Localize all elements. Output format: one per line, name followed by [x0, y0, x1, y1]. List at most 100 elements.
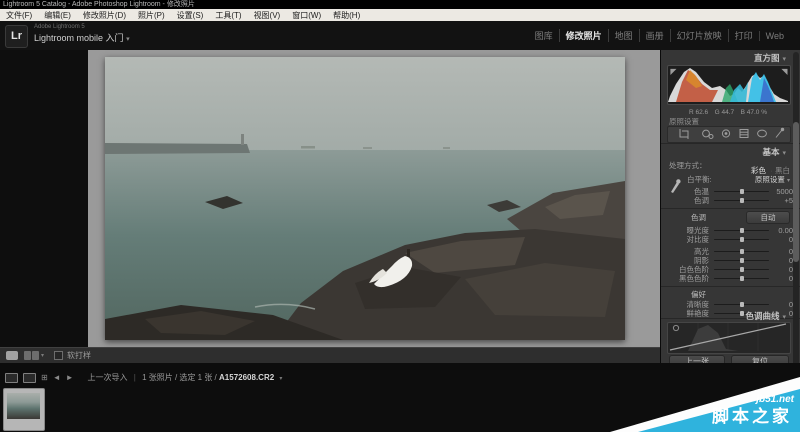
slider-thumb[interactable]: [740, 267, 744, 272]
module-web[interactable]: Web: [759, 31, 790, 41]
slider-thumb[interactable]: [740, 249, 744, 254]
auto-tone-button[interactable]: 自动: [746, 211, 790, 224]
tone-section-label: 色调: [691, 212, 706, 223]
window-titlebar[interactable]: Lightroom 5 Catalog - Adobe Photoshop Li…: [0, 0, 800, 9]
filmstrip-bar: ⊞ ◄ ► 上一次导入 | 1 张照片 / 选定 1 张 / A1572608.…: [0, 370, 800, 385]
shadows-value[interactable]: 0: [774, 256, 793, 265]
chevron-down-icon[interactable]: ▾: [279, 376, 282, 382]
panel-collapse-icon[interactable]: ▾: [782, 150, 786, 157]
before-after-left-icon[interactable]: [24, 351, 31, 360]
crop-tool-icon[interactable]: [680, 129, 688, 139]
menu-window[interactable]: 窗口(W): [286, 10, 327, 21]
contrast-slider[interactable]: [714, 239, 769, 240]
previous-photo-arrow-icon[interactable]: ◄: [53, 373, 61, 382]
targeted-adjustment-icon[interactable]: [673, 325, 678, 330]
contrast-value[interactable]: 0: [774, 235, 793, 244]
soft-proof-label[interactable]: 软打样: [67, 350, 91, 361]
loupe-view-icon[interactable]: [6, 351, 18, 360]
menu-develop[interactable]: 修改照片(D): [77, 10, 132, 21]
tone-curve-panel-header[interactable]: 色调曲线▾: [745, 310, 786, 322]
before-after-right-icon[interactable]: [32, 351, 39, 360]
main-window-icon[interactable]: [5, 373, 18, 383]
menu-file[interactable]: 文件(F): [0, 10, 38, 21]
highlight-clipping-icon[interactable]: ◥: [780, 67, 789, 76]
exposure-value[interactable]: 0.00: [774, 226, 793, 235]
module-map[interactable]: 地图: [608, 29, 639, 42]
graduated-filter-tool-icon[interactable]: [740, 130, 748, 138]
filmstrip-thumbnail[interactable]: [3, 388, 45, 431]
slider-thumb[interactable]: [740, 237, 744, 242]
identity-plate[interactable]: Adobe Lightroom 5 Lightroom mobile 入门 ▾: [34, 24, 130, 44]
module-develop[interactable]: 修改照片: [559, 29, 608, 42]
histogram-box[interactable]: ◤ ◥: [667, 65, 791, 105]
menu-photo[interactable]: 照片(P): [132, 10, 171, 21]
tint-slider[interactable]: [714, 200, 769, 201]
module-book[interactable]: 画册: [639, 29, 670, 42]
tint-label: 色调: [667, 195, 709, 206]
clarity-slider[interactable]: [714, 304, 769, 305]
photo-canvas[interactable]: [105, 57, 625, 340]
panel-scrollbar-thumb[interactable]: [793, 122, 799, 262]
module-print[interactable]: 打印: [728, 29, 759, 42]
slider-thumb[interactable]: [740, 302, 744, 307]
white-balance-select[interactable]: 原照设置 ▾: [755, 174, 790, 185]
second-window-icon[interactable]: [23, 373, 36, 383]
adjustment-brush-tool-icon[interactable]: [776, 128, 784, 137]
panel-collapse-icon[interactable]: ▾: [782, 314, 786, 321]
shadow-clipping-icon[interactable]: ◤: [669, 67, 678, 76]
temp-value[interactable]: 5000: [774, 187, 793, 196]
menu-settings[interactable]: 设置(S): [171, 10, 210, 21]
before-after-dropdown-icon[interactable]: ▾: [41, 352, 44, 359]
red-eye-tool-icon[interactable]: [722, 130, 729, 137]
tint-value[interactable]: +5: [774, 196, 793, 205]
whites-value[interactable]: 0: [774, 265, 793, 274]
tool-strip: [667, 126, 791, 143]
clarity-value[interactable]: 0: [774, 300, 793, 309]
panel-collapse-icon[interactable]: ▾: [782, 56, 786, 63]
highlights-value[interactable]: 0: [774, 247, 793, 256]
white-balance-label: 白平衡:: [687, 174, 712, 185]
histogram-header[interactable]: 直方图▾: [754, 52, 786, 64]
basic-panel-header[interactable]: 基本▾: [762, 146, 786, 158]
contrast-label: 对比度: [667, 234, 709, 245]
menu-view[interactable]: 视图(V): [248, 10, 287, 21]
filmstrip-breadcrumb[interactable]: 上一次导入 | 1 张照片 / 选定 1 张 / A1572608.CR2 ▾: [88, 372, 283, 383]
blacks-value[interactable]: 0: [774, 274, 793, 283]
blacks-slider[interactable]: [714, 278, 769, 279]
chevron-down-icon[interactable]: ▾: [126, 36, 130, 43]
left-panel-collapsed[interactable]: [0, 50, 88, 347]
tone-curve-box[interactable]: [667, 322, 791, 354]
slider-thumb[interactable]: [740, 189, 744, 194]
whites-slider[interactable]: [714, 269, 769, 270]
contrast-slider-row: 对比度 0: [667, 235, 793, 244]
exposure-slider[interactable]: [714, 230, 769, 231]
shadows-slider[interactable]: [714, 260, 769, 261]
grid-view-icon[interactable]: ⊞: [41, 373, 48, 382]
filmstrip-selection-info: 1 张照片 / 选定 1 张 /: [142, 373, 217, 382]
spot-removal-tool-icon[interactable]: [703, 130, 713, 138]
slider-thumb[interactable]: [740, 276, 744, 281]
menu-edit[interactable]: 编辑(E): [38, 10, 77, 21]
breadcrumb-divider: |: [130, 373, 140, 382]
blacks-slider-row: 黑色色阶 0: [667, 274, 793, 283]
module-library[interactable]: 图库: [529, 29, 559, 42]
filmstrip-source[interactable]: 上一次导入: [88, 373, 128, 382]
soft-proof-checkbox[interactable]: [54, 351, 63, 360]
module-slideshow[interactable]: 幻灯片放映: [670, 29, 728, 42]
window-title: Lightroom 5 Catalog - Adobe Photoshop Li…: [3, 1, 195, 8]
module-picker: 图库 修改照片 地图 画册 幻灯片放映 打印 Web: [529, 29, 790, 42]
next-photo-arrow-icon[interactable]: ►: [66, 373, 74, 382]
menu-help[interactable]: 帮助(H): [327, 10, 366, 21]
slider-thumb[interactable]: [740, 258, 744, 263]
highlights-slider[interactable]: [714, 251, 769, 252]
histogram-graph: [668, 66, 788, 102]
slider-thumb[interactable]: [740, 198, 744, 203]
temp-slider[interactable]: [714, 191, 769, 192]
thumbnail-image: [7, 393, 40, 419]
menu-tools[interactable]: 工具(T): [209, 10, 247, 21]
panel-scrollbar[interactable]: [793, 52, 799, 368]
radial-filter-tool-icon[interactable]: [758, 130, 767, 137]
watermark-name-text: 脚本之家: [712, 402, 792, 427]
slider-thumb[interactable]: [740, 228, 744, 233]
slider-thumb[interactable]: [740, 311, 744, 316]
